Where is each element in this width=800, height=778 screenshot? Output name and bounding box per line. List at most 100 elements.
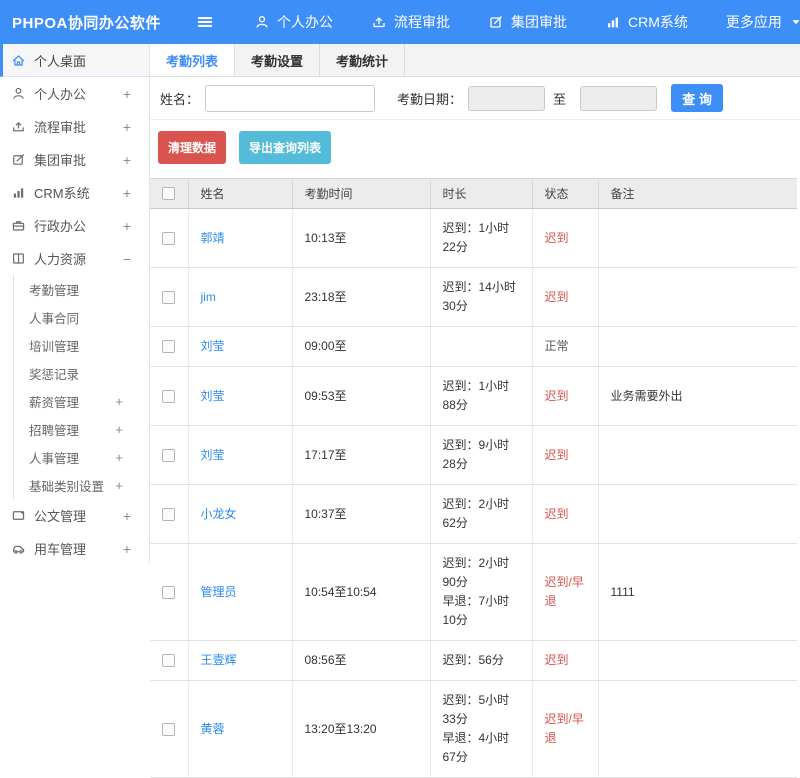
checkbox-cell — [150, 268, 188, 327]
name-link[interactable]: 管理员 — [201, 585, 237, 599]
expand-toggle-icon[interactable]: + — [123, 86, 131, 102]
clean-data-button[interactable]: 清理数据 — [158, 131, 226, 164]
note-cell: 业务需要外出 — [598, 367, 797, 426]
sidebar-item[interactable]: 集团审批+ — [0, 143, 149, 176]
sidebar-subitem-label: 人事合同 — [29, 308, 79, 327]
expand-toggle-icon[interactable]: + — [123, 508, 131, 524]
sidebar-subitem[interactable]: 奖惩记录 — [14, 359, 149, 387]
duration-line: 迟到：14小时30分 — [443, 278, 520, 316]
duration-cell: 迟到：9小时28分 — [430, 426, 532, 485]
search-button[interactable]: 查 询 — [671, 84, 723, 112]
sidebar-item-label: 用车管理 — [34, 539, 86, 558]
select-all-checkbox[interactable] — [162, 187, 175, 200]
sidebar-subitem[interactable]: 招聘管理+ — [14, 415, 149, 443]
name-cell: jim — [188, 268, 292, 327]
duration-cell: 迟到：2小时90分早退：7小时10分 — [430, 544, 532, 641]
topnav-item-label: 个人办公 — [277, 12, 333, 32]
checkbox-cell — [150, 367, 188, 426]
name-link[interactable]: 王壹辉 — [201, 653, 237, 667]
topnav-item[interactable]: 更多应用 — [726, 12, 800, 32]
checkbox-cell — [150, 327, 188, 367]
sidebar-subitem[interactable]: 人事合同 — [14, 303, 149, 331]
sidebar-subitem-label: 基础类别设置 — [29, 476, 104, 495]
main-content: 考勤列表考勤设置考勤统计 姓名： 考勤日期： 至 查 询 清理数据 导出查询列表… — [150, 44, 800, 563]
expand-toggle-icon[interactable]: + — [115, 450, 123, 465]
name-input[interactable] — [205, 85, 375, 112]
table-row: 刘莹09:53至迟到：1小时88分迟到业务需要外出 — [150, 367, 797, 426]
row-checkbox[interactable] — [162, 291, 175, 304]
expand-toggle-icon[interactable]: + — [123, 152, 131, 168]
menu-icon[interactable] — [196, 13, 214, 31]
time-cell: 09:00至 — [292, 327, 430, 367]
status-badge: 迟到 — [545, 653, 569, 667]
note-cell — [598, 327, 797, 367]
topnav-item[interactable]: CRM系统 — [605, 12, 688, 32]
tab-active[interactable]: 考勤列表 — [150, 44, 235, 76]
column-header: 状态 — [532, 179, 598, 209]
date-to-input[interactable] — [580, 86, 657, 111]
sidebar-subitem[interactable]: 基础类别设置 + — [14, 471, 149, 499]
topnav-item[interactable]: 流程审批 — [371, 12, 450, 32]
expand-toggle-icon[interactable]: + — [123, 218, 131, 234]
sidebar-item[interactable]: 人力资源 − — [0, 242, 149, 275]
name-label: 姓名： — [160, 89, 199, 108]
status-cell: 迟到/早退 — [532, 544, 598, 641]
export-list-button[interactable]: 导出查询列表 — [239, 131, 331, 164]
sidebar-subitem[interactable]: 考勤管理 — [14, 275, 149, 303]
time-cell: 13:20至13:20 — [292, 681, 430, 778]
name-link[interactable]: 刘莹 — [201, 339, 225, 353]
tab-item[interactable]: 考勤统计 — [320, 44, 405, 76]
sidebar-subitem[interactable]: 薪资管理+ — [14, 387, 149, 415]
expand-toggle-icon[interactable]: + — [115, 422, 123, 437]
status-badge: 迟到/早退 — [545, 712, 584, 745]
sidebar-item[interactable]: 个人桌面 — [0, 44, 149, 77]
time-cell: 10:13至 — [292, 209, 430, 268]
expand-toggle-icon[interactable]: + — [115, 478, 123, 493]
expand-toggle-icon[interactable]: + — [115, 394, 123, 409]
row-checkbox[interactable] — [162, 390, 175, 403]
tab-bar: 考勤列表考勤设置考勤统计 — [150, 44, 800, 77]
checkbox-cell — [150, 426, 188, 485]
name-link[interactable]: 黄蓉 — [201, 722, 225, 736]
book-icon — [11, 251, 26, 266]
expand-toggle-icon[interactable]: − — [123, 251, 131, 267]
table-row: 黄蓉13:20至13:20迟到：5小时33分早退：4小时67分迟到/早退 — [150, 681, 797, 778]
expand-toggle-icon[interactable]: + — [123, 541, 131, 557]
name-link[interactable]: 小龙女 — [201, 507, 237, 521]
row-checkbox[interactable] — [162, 449, 175, 462]
name-link[interactable]: jim — [201, 290, 216, 304]
row-checkbox[interactable] — [162, 654, 175, 667]
sidebar-item[interactable]: 流程审批+ — [0, 110, 149, 143]
row-checkbox[interactable] — [162, 723, 175, 736]
duration-line: 迟到：56分 — [443, 651, 520, 670]
sidebar-item[interactable]: 用车管理 + — [0, 532, 149, 565]
row-checkbox[interactable] — [162, 232, 175, 245]
name-cell: 刘莹 — [188, 367, 292, 426]
topnav-item-label: 流程审批 — [394, 12, 450, 32]
topnav-item[interactable]: 个人办公 — [254, 12, 333, 32]
row-checkbox[interactable] — [162, 340, 175, 353]
sidebar-item-label: 个人办公 — [34, 84, 86, 103]
topnav-item[interactable]: 集团审批 — [488, 12, 567, 32]
sidebar-item[interactable]: CRM系统+ — [0, 176, 149, 209]
expand-toggle-icon[interactable]: + — [123, 185, 131, 201]
date-from-input[interactable] — [468, 86, 545, 111]
sidebar-item[interactable]: 公文管理+ — [0, 499, 149, 532]
name-link[interactable]: 郭靖 — [201, 231, 225, 245]
sidebar-subitem[interactable]: 培训管理 — [14, 331, 149, 359]
tab-item[interactable]: 考勤设置 — [235, 44, 320, 76]
sidebar-item[interactable]: 行政办公+ — [0, 209, 149, 242]
sidebar-item-label: 人力资源 — [34, 249, 86, 268]
name-link[interactable]: 刘莹 — [201, 448, 225, 462]
header-checkbox-cell — [150, 179, 188, 209]
row-checkbox[interactable] — [162, 586, 175, 599]
sidebar-item[interactable]: 个人办公 + — [0, 77, 149, 110]
note-cell — [598, 209, 797, 268]
edit-icon — [488, 14, 504, 30]
row-checkbox[interactable] — [162, 508, 175, 521]
expand-toggle-icon[interactable]: + — [123, 119, 131, 135]
sidebar-subitem[interactable]: 人事管理+ — [14, 443, 149, 471]
sidebar-submenu: 考勤管理人事合同培训管理奖惩记录薪资管理+招聘管理+人事管理+ 基础类别设置 + — [13, 275, 149, 499]
name-link[interactable]: 刘莹 — [201, 389, 225, 403]
note-cell — [598, 681, 797, 778]
